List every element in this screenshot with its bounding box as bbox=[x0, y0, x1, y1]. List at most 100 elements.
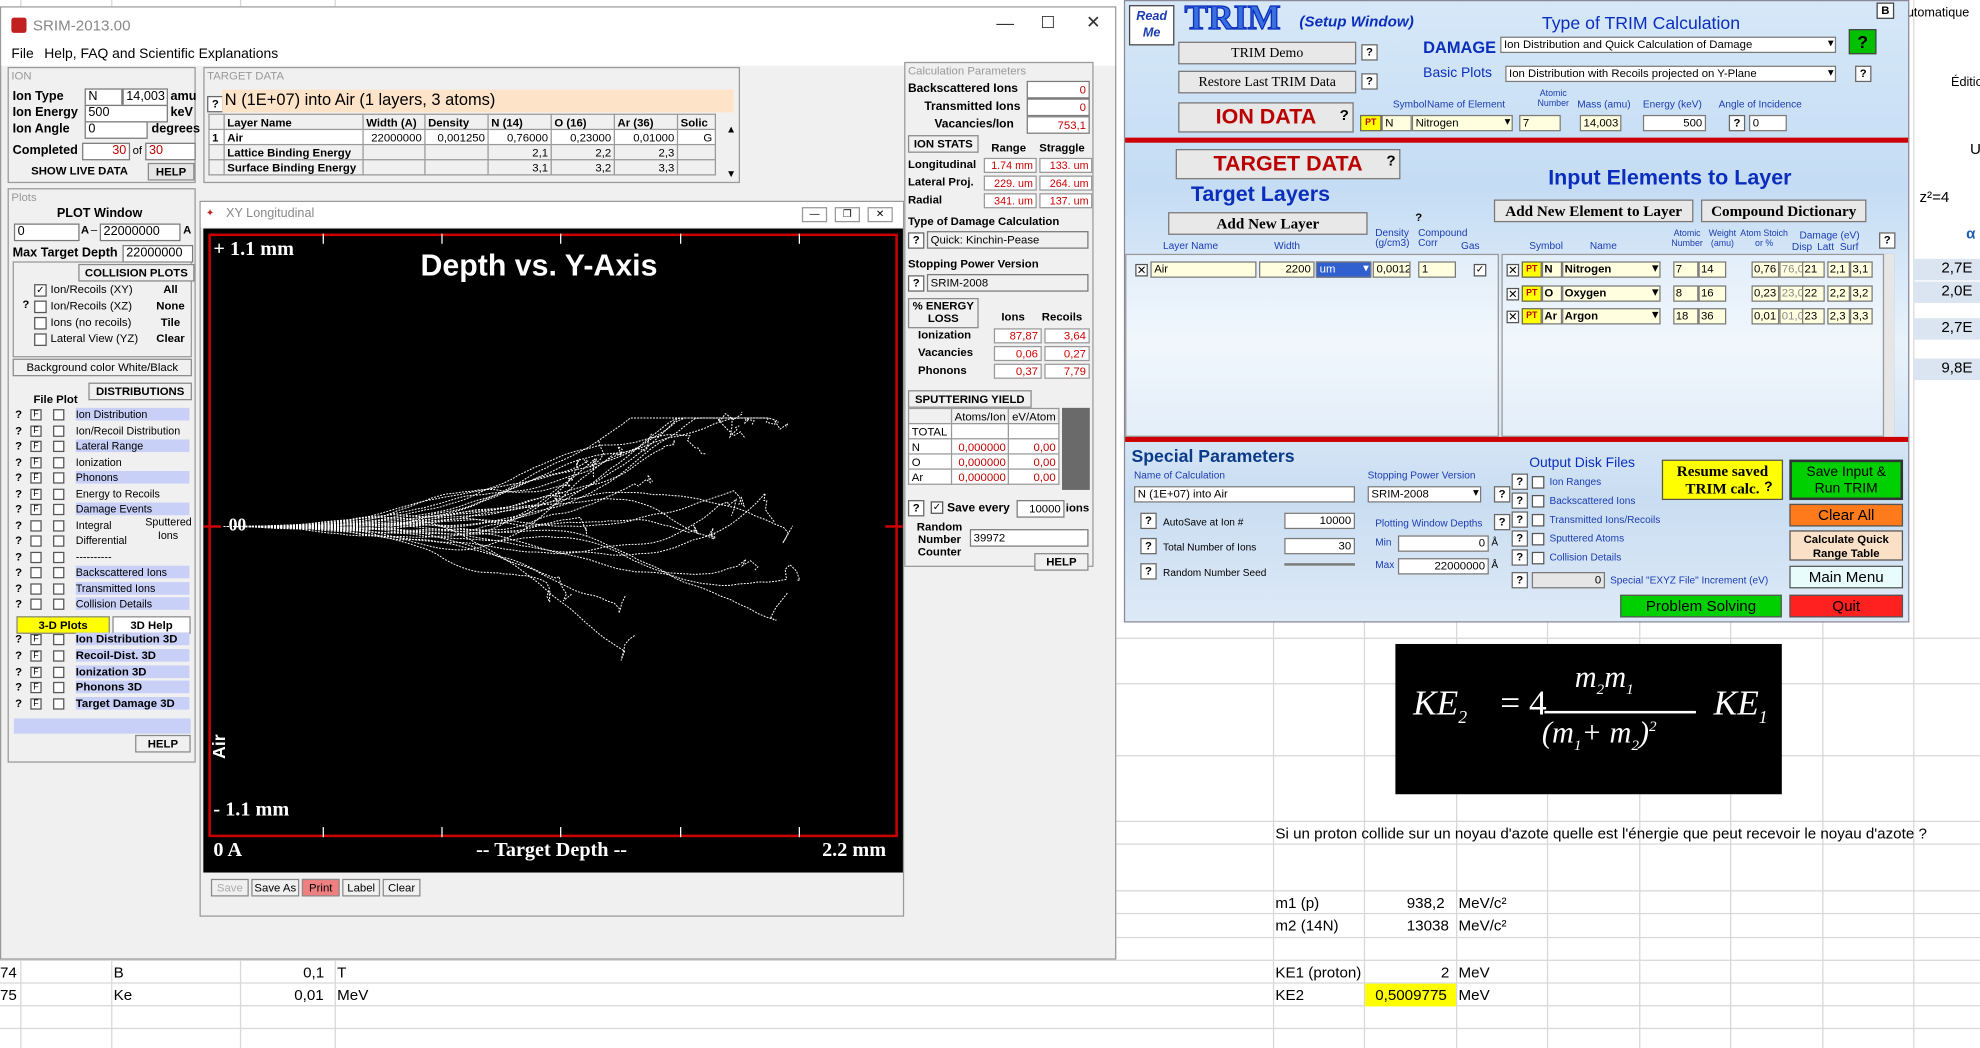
distribution-row[interactable]: ? F Ion/Recoil Distribution bbox=[13, 424, 192, 439]
3d-plot-row[interactable]: ? F Phonons 3D bbox=[13, 681, 192, 696]
help-icon[interactable]: ? bbox=[15, 581, 22, 594]
restore-icon[interactable]: ❐ bbox=[834, 207, 860, 223]
plot-max-field[interactable]: 22000000 bbox=[99, 223, 181, 242]
menu-help[interactable]: Help, FAQ and Scientific Explanations bbox=[44, 47, 278, 62]
help-icon[interactable]: ? bbox=[1383, 153, 1399, 170]
calc-help-button[interactable]: HELP bbox=[1034, 553, 1089, 571]
3d-plot-row[interactable]: ? F Target Damage 3D bbox=[13, 697, 192, 712]
help-icon[interactable]: ? bbox=[15, 455, 22, 468]
srim-titlebar[interactable]: SRIM-2013.00 — ☐ ✕ bbox=[1, 7, 1116, 46]
excel-cell[interactable]: 2 bbox=[1441, 963, 1449, 981]
delete-layer-icon[interactable]: ✕ bbox=[1135, 263, 1148, 277]
delete-element-icon[interactable]: ✕ bbox=[1506, 263, 1520, 277]
ion-angle-field[interactable]: 0 bbox=[1748, 114, 1787, 132]
element-w-field[interactable]: 36 bbox=[1698, 308, 1727, 325]
excel-cell[interactable]: KE1 (proton) bbox=[1275, 963, 1361, 981]
checkbox[interactable] bbox=[34, 300, 47, 314]
plot-checkbox[interactable] bbox=[53, 650, 65, 662]
distribution-row[interactable]: ? F Energy to Recoils bbox=[13, 487, 192, 502]
file-checkbox[interactable] bbox=[30, 551, 42, 563]
help-icon[interactable]: ? bbox=[1855, 65, 1872, 83]
checkbox[interactable] bbox=[34, 333, 47, 346]
element-name-field[interactable]: Oxygen bbox=[1562, 284, 1661, 302]
add-layer-button[interactable]: Add New Layer bbox=[1168, 212, 1368, 235]
help-icon[interactable]: ? bbox=[15, 518, 22, 531]
help-icon[interactable]: ? bbox=[15, 550, 22, 563]
help-icon[interactable]: ? bbox=[1511, 572, 1528, 589]
all-button[interactable]: All bbox=[150, 282, 190, 297]
help-icon[interactable]: ? bbox=[15, 424, 22, 437]
output-checkbox[interactable] bbox=[1531, 494, 1545, 508]
plot-checkbox[interactable] bbox=[53, 551, 65, 563]
file-checkbox[interactable]: F bbox=[30, 472, 42, 484]
table-row[interactable]: Lattice Binding Energy 2,1 2,2 2,3 bbox=[208, 143, 717, 161]
close-icon[interactable]: ✕ bbox=[1086, 11, 1101, 32]
plot-checkbox[interactable] bbox=[53, 698, 65, 710]
help-icon[interactable]: ? bbox=[15, 503, 22, 516]
element-row[interactable]: ✕PTNNitrogen 714 0,7676,0212,13,1 bbox=[1501, 261, 1880, 279]
plot-checkbox[interactable] bbox=[53, 582, 65, 595]
ion-energy-field[interactable]: 500 bbox=[1642, 114, 1707, 132]
3d-plot-row[interactable]: ? F Ion Distribution 3D bbox=[13, 632, 192, 648]
plot-checkbox[interactable] bbox=[53, 424, 65, 437]
restore-button[interactable]: Restore Last TRIM Data bbox=[1178, 70, 1357, 94]
file-checkbox[interactable]: F bbox=[30, 650, 42, 662]
print-button[interactable]: Print bbox=[301, 878, 340, 897]
excel-cell[interactable]: 2,7E bbox=[1913, 318, 1980, 340]
background-color-button[interactable]: Background color White/Black bbox=[12, 358, 192, 377]
periodic-table-button[interactable]: PT bbox=[1521, 261, 1542, 278]
file-checkbox[interactable]: F bbox=[30, 409, 42, 421]
element-pct-field[interactable]: 76,0 bbox=[1779, 261, 1805, 278]
trim-demo-button[interactable]: TRIM Demo bbox=[1178, 41, 1357, 65]
gas-checkbox[interactable]: ✓ bbox=[1473, 263, 1487, 277]
scroll-up-icon[interactable]: ▲ bbox=[726, 124, 736, 135]
scroll-bar[interactable] bbox=[1062, 407, 1090, 490]
quit-button[interactable]: Quit bbox=[1789, 594, 1904, 618]
plot-checkbox[interactable] bbox=[53, 566, 65, 579]
element-w-field[interactable]: 14 bbox=[1698, 261, 1727, 278]
problem-solving-button[interactable]: Problem Solving bbox=[1620, 594, 1782, 618]
element-pct-field[interactable]: 23,0 bbox=[1779, 284, 1805, 302]
output-checkbox[interactable] bbox=[1531, 513, 1545, 527]
file-checkbox[interactable]: F bbox=[30, 666, 42, 678]
min-depth-field[interactable]: 0 bbox=[1397, 535, 1489, 552]
file-checkbox[interactable] bbox=[30, 519, 42, 531]
help-icon[interactable]: ? bbox=[15, 534, 22, 547]
xy-titlebar[interactable]: ✦ XY Longitudinal — ❐ ✕ bbox=[200, 202, 903, 228]
layer-corr-field[interactable]: 1 bbox=[1418, 261, 1457, 278]
distribution-row[interactable]: ? F Ion Distribution bbox=[13, 407, 192, 423]
seed-field[interactable] bbox=[1284, 563, 1355, 566]
plot-checkbox[interactable] bbox=[53, 409, 65, 421]
file-checkbox[interactable]: F bbox=[30, 440, 42, 453]
distribution-row[interactable]: ? F Phonons bbox=[13, 470, 192, 486]
element-s-field[interactable]: 3,1 bbox=[1850, 261, 1873, 278]
damage-help-icon[interactable]: ? bbox=[1848, 29, 1877, 55]
output-checkbox[interactable] bbox=[1531, 476, 1545, 489]
distribution-row[interactable]: ? ---------- bbox=[13, 550, 192, 565]
help-icon[interactable]: ? bbox=[1879, 232, 1896, 249]
ion-z-field[interactable]: 7 bbox=[1519, 114, 1561, 132]
element-name-field[interactable]: Argon bbox=[1562, 308, 1661, 325]
help-icon[interactable]: ? bbox=[1361, 73, 1378, 90]
help-icon[interactable]: ? bbox=[1511, 473, 1528, 490]
element-s-field[interactable]: 3,2 bbox=[1850, 284, 1873, 302]
delete-element-icon[interactable]: ✕ bbox=[1506, 310, 1520, 324]
file-checkbox[interactable] bbox=[30, 566, 42, 579]
plots-help-button[interactable]: HELP bbox=[135, 734, 191, 753]
checkbox[interactable] bbox=[34, 316, 47, 330]
help-icon[interactable]: ? bbox=[1361, 44, 1378, 61]
help-icon[interactable]: ? bbox=[15, 633, 22, 646]
file-checkbox[interactable] bbox=[30, 535, 42, 547]
plot-checkbox[interactable] bbox=[53, 598, 65, 610]
output-checkbox[interactable] bbox=[1531, 551, 1545, 565]
file-checkbox[interactable]: F bbox=[30, 503, 42, 516]
show-live-data-button[interactable]: SHOW LIVE DATA bbox=[13, 163, 147, 178]
clear-button[interactable]: Clear bbox=[150, 331, 190, 346]
exyz-field[interactable]: 0 bbox=[1531, 572, 1606, 589]
clear-button[interactable]: Clear bbox=[382, 878, 421, 897]
excel-cell[interactable]: B bbox=[114, 963, 124, 981]
help-icon[interactable]: ? bbox=[15, 439, 22, 452]
element-row[interactable]: ✕PTArArgon 1836 0,0101,0232,33,3 bbox=[1501, 308, 1880, 326]
excel-cell[interactable]: m1 (p) bbox=[1275, 894, 1319, 912]
element-w-field[interactable]: 16 bbox=[1698, 284, 1727, 302]
